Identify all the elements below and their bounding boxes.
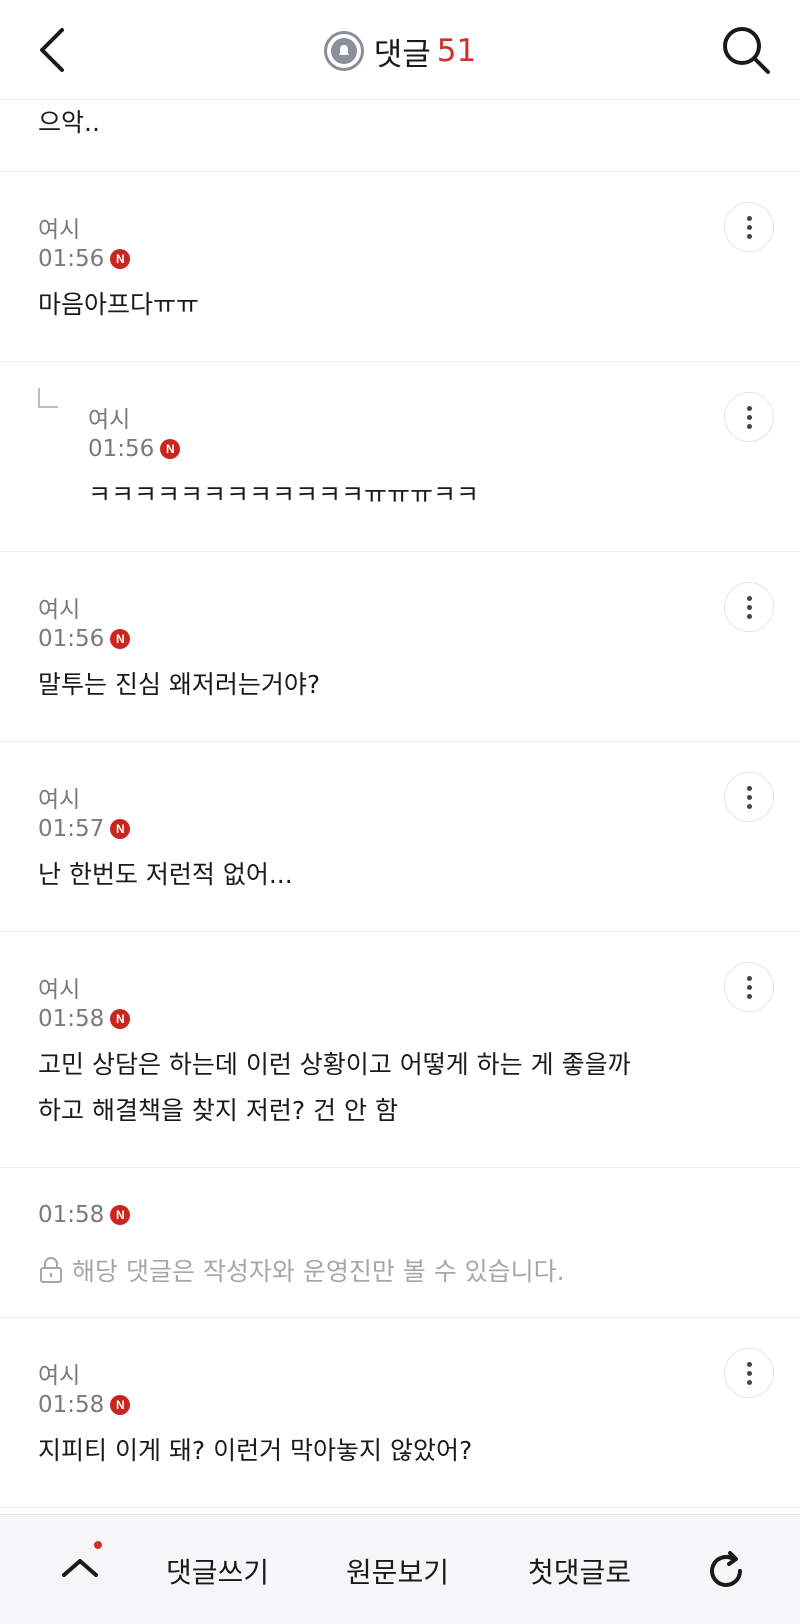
comment-time: 01:57 (38, 816, 105, 842)
refresh-icon (710, 1551, 742, 1587)
header-bar: 댓글 51 (0, 0, 800, 100)
lock-icon (40, 1257, 62, 1283)
comment-time: 01:56 (88, 436, 155, 462)
comment-text-line-2: 하고 해결책을 찾지 저런? 건 안 함 (38, 1096, 398, 1125)
comment-item: 여시 01:58 N 고민 상담은 하는데 이런 상황이고 어떻게 하는 게 좋… (0, 932, 800, 1168)
bell-icon[interactable] (323, 31, 364, 71)
more-options-button[interactable] (724, 582, 774, 632)
comment-text: 마음아프다ㅠㅠ (38, 290, 200, 319)
new-badge: N (110, 1205, 131, 1225)
page-title: 댓글 51 (0, 28, 800, 74)
search-icon (723, 27, 770, 74)
comment-count: 51 (436, 33, 477, 69)
comment-item: 여시 01:58 N 지피티 이게 돼? 이런거 막아놓지 않았어? (0, 1318, 800, 1508)
private-comment-item: 01:58 N 해당 댓글은 작성자와 운영진만 볼 수 있습니다. (0, 1168, 800, 1318)
comment-text: 난 한번도 저런적 없어... (38, 860, 293, 889)
comment-meta: 01:56 N (88, 436, 181, 462)
comment-meta: 01:58 N (38, 1006, 131, 1032)
bottom-toolbar: 댓글쓰기 원문보기 첫댓글로 (0, 1514, 800, 1624)
comment-text: 으악.. (38, 108, 100, 137)
comment-author[interactable]: 여시 (38, 590, 80, 624)
comment-time: 01:58 (38, 1006, 105, 1032)
comment-meta: 01:58 N (38, 1202, 131, 1228)
new-badge: N (110, 629, 131, 649)
new-badge: N (110, 819, 131, 839)
private-notice: 해당 댓글은 작성자와 운영진만 볼 수 있습니다. (38, 1252, 565, 1288)
comment-author[interactable]: 여시 (88, 400, 130, 434)
more-options-button[interactable] (724, 392, 774, 442)
comment-author[interactable]: 여시 (38, 970, 80, 1004)
chevron-up-icon (62, 1559, 98, 1577)
reply-indicator-icon (38, 388, 58, 408)
comment-author[interactable]: 여시 (38, 210, 80, 244)
view-original-button[interactable]: 원문보기 (346, 1551, 449, 1591)
refresh-button[interactable] (702, 1547, 750, 1595)
comment-item: 으악.. (0, 100, 800, 172)
more-options-button[interactable] (724, 1348, 774, 1398)
comment-author[interactable]: 여시 (38, 780, 80, 814)
new-badge: N (110, 249, 131, 269)
comment-time: 01:58 (38, 1392, 105, 1418)
write-comment-button[interactable]: 댓글쓰기 (166, 1551, 269, 1591)
comment-meta: 01:57 N (38, 816, 131, 842)
comment-meta: 01:56 N (38, 246, 131, 272)
scroll-top-button[interactable] (56, 1543, 104, 1591)
comment-meta: 01:56 N (38, 626, 131, 652)
more-options-button[interactable] (724, 772, 774, 822)
title-label: 댓글 (373, 36, 431, 73)
reply-item: 여시 01:56 N ㅋㅋㅋㅋㅋㅋㅋㅋㅋㅋㅋㅋㅠㅠㅠㅋㅋ (0, 362, 800, 552)
comment-text-line-1: 고민 상담은 하는데 이런 상황이고 어떻게 하는 게 좋을까 (38, 1050, 631, 1079)
more-options-button[interactable] (724, 202, 774, 252)
comment-time: 01:56 (38, 246, 105, 272)
comment-item: 여시 01:56 N 마음아프다ㅠㅠ (0, 172, 800, 362)
comment-item: 여시 01:57 N 난 한번도 저런적 없어... (0, 742, 800, 932)
comment-author[interactable]: 여시 (38, 1356, 80, 1390)
new-badge: N (110, 1009, 131, 1029)
notification-dot (94, 1541, 102, 1549)
private-notice-text: 해당 댓글은 작성자와 운영진만 볼 수 있습니다. (72, 1257, 565, 1286)
comment-item: 여시 01:56 N 말투는 진심 왜저러는거야? (0, 552, 800, 742)
comment-meta: 01:58 N (38, 1392, 131, 1418)
new-badge: N (110, 1395, 131, 1415)
comment-text: 지피티 이게 돼? 이런거 막아놓지 않았어? (38, 1436, 473, 1465)
comment-text: 말투는 진심 왜저러는거야? (38, 670, 321, 699)
comment-time: 01:56 (38, 626, 105, 652)
search-button[interactable] (718, 22, 774, 78)
comment-time: 01:58 (38, 1202, 105, 1228)
new-badge: N (160, 439, 181, 459)
first-comment-button[interactable]: 첫댓글로 (528, 1551, 631, 1591)
comment-text: ㅋㅋㅋㅋㅋㅋㅋㅋㅋㅋㅋㅋㅠㅠㅠㅋㅋ (88, 480, 480, 509)
more-options-button[interactable] (724, 962, 774, 1012)
